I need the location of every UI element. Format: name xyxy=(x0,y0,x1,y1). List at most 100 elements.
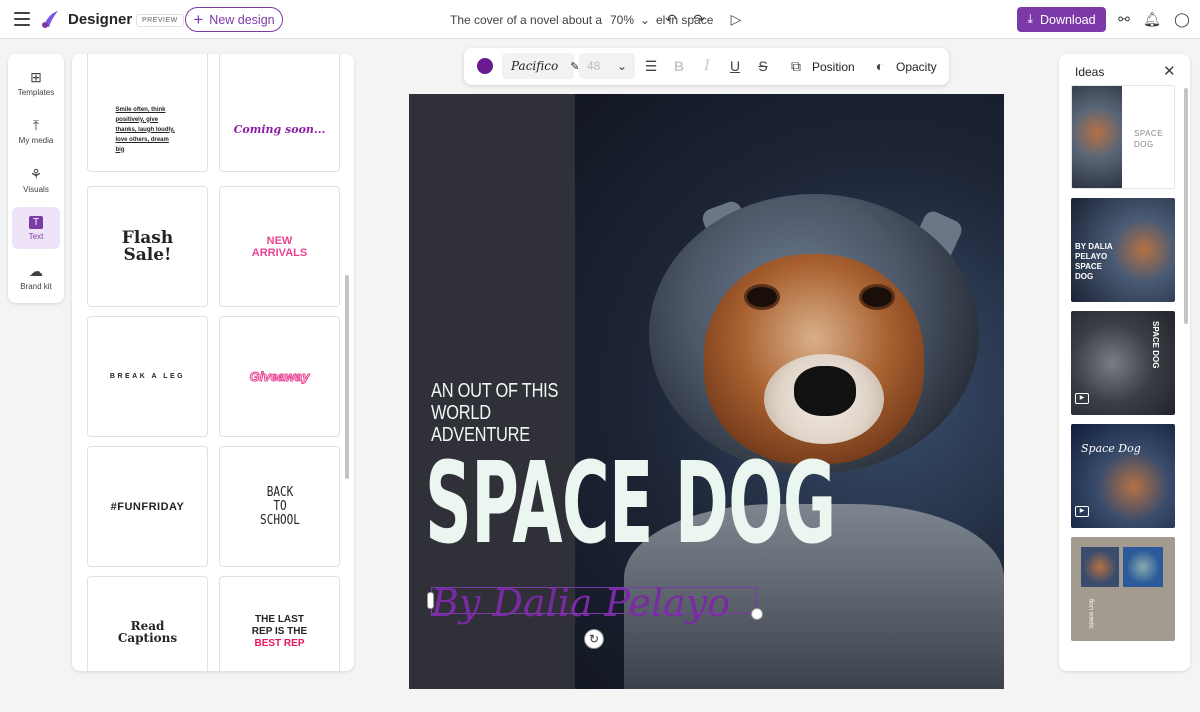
rotate-handle-icon[interactable]: ↻ xyxy=(584,629,604,649)
rail-label: Visuals xyxy=(23,185,49,194)
rail-label: My media xyxy=(18,136,54,145)
text-template-tile[interactable]: BACK TO SCHOOL xyxy=(219,446,340,567)
template-text: BEST REP xyxy=(254,637,305,649)
template-text: BACK TO SCHOOL xyxy=(259,484,300,528)
download-icon: ⤓ xyxy=(1027,12,1033,26)
text-template-tile[interactable]: Giveaway xyxy=(219,316,340,437)
align-left-icon[interactable]: ☰ xyxy=(643,58,659,74)
text-template-tile[interactable]: THE LAST REP IS THE BEST REP xyxy=(219,576,340,671)
account-icon[interactable]: ◯ xyxy=(1173,10,1191,28)
template-text: THE LAST xyxy=(255,613,304,625)
font-size-picker[interactable]: 48 ⌄ xyxy=(579,53,635,79)
video-icon: ▶ xyxy=(1075,393,1089,404)
template-text: Coming soon... xyxy=(233,123,326,136)
left-rail: ⊞ Templates ⤒ My media ⚘ Visuals T Text … xyxy=(8,54,64,303)
cover-subtitle[interactable]: AN OUT OF THIS WORLD ADVENTURE xyxy=(431,380,562,446)
rail-label: Brand kit xyxy=(20,282,52,291)
template-text: Smile often, think positively, give than… xyxy=(115,106,175,153)
text-template-tile[interactable]: Flash Sale! xyxy=(87,186,208,307)
idea-thumbnail[interactable]: SPACE DOG xyxy=(1071,85,1175,189)
rail-item-brand-kit[interactable]: ☁ Brand kit xyxy=(12,256,60,298)
resize-handle-right[interactable] xyxy=(751,608,763,620)
idea-image xyxy=(1081,547,1119,587)
opacity-icon[interactable]: ◐ xyxy=(872,58,888,74)
zoom-value: 70% xyxy=(610,13,635,27)
underline-icon[interactable]: U xyxy=(727,58,743,74)
app-name: Designer xyxy=(68,11,133,28)
rail-label: Templates xyxy=(17,88,55,97)
ideas-panel: Ideas ✕ SPACE DOG BY DALIA PELAYO SPACE … xyxy=(1059,54,1190,671)
rail-item-visuals[interactable]: ⚘ Visuals xyxy=(12,159,60,201)
template-text: Flash Sale! xyxy=(121,227,174,265)
new-design-label: New design xyxy=(209,12,275,27)
bold-icon[interactable]: B xyxy=(671,58,687,74)
visuals-icon: ⚘ xyxy=(29,166,43,182)
text-templates-panel: Smile often, think positively, give than… xyxy=(72,54,354,671)
text-template-tile[interactable]: #FUNFRIDAY xyxy=(87,446,208,567)
cover-title[interactable]: SPACE DOG xyxy=(425,446,836,562)
redo-icon[interactable]: ↷ xyxy=(690,10,708,28)
chevron-down-icon: ⌄ xyxy=(640,13,651,27)
text-icon: T xyxy=(29,215,43,229)
rail-item-templates[interactable]: ⊞ Templates xyxy=(12,62,60,104)
idea-image xyxy=(1123,547,1163,587)
play-icon[interactable]: ▷ xyxy=(727,10,745,28)
strikethrough-icon[interactable]: S xyxy=(755,58,771,74)
idea-text: Space Dog xyxy=(1081,442,1141,455)
position-button[interactable]: Position xyxy=(812,60,855,74)
selection-box[interactable] xyxy=(431,587,757,614)
text-template-tile[interactable]: Read Captions xyxy=(87,576,208,671)
idea-text: Space Dog xyxy=(1089,599,1095,629)
template-text: Read Captions xyxy=(117,618,178,645)
font-family-picker[interactable]: Pacifico ✎ xyxy=(502,53,579,79)
text-template-tile[interactable]: NEW ARRIVALS xyxy=(219,186,340,307)
designer-logo-icon xyxy=(42,11,58,28)
panel-scrollbar[interactable] xyxy=(345,275,349,479)
idea-text: SPACE DOG xyxy=(1134,129,1164,149)
resize-handle-left[interactable] xyxy=(427,592,434,609)
rail-item-my-media[interactable]: ⤒ My media xyxy=(12,110,60,152)
template-text: NEW ARRIVALS xyxy=(251,234,308,259)
dog-nose xyxy=(794,366,856,416)
template-text: BREAK A LEG xyxy=(109,373,186,380)
ideas-title: Ideas xyxy=(1075,65,1105,79)
share-icon[interactable]: ⚯ xyxy=(1115,10,1133,28)
notifications-icon[interactable]: 🔔︎ xyxy=(1143,10,1161,28)
preview-badge: PREVIEW xyxy=(136,14,184,27)
new-design-button[interactable]: + New design xyxy=(185,7,283,32)
dog-eye xyxy=(859,284,895,310)
hamburger-menu-icon[interactable] xyxy=(14,12,30,26)
italic-icon[interactable]: I xyxy=(699,58,715,74)
idea-thumbnail[interactable]: BY DALIA PELAYO SPACE DOG xyxy=(1071,198,1175,302)
rail-label: Text xyxy=(28,231,44,241)
text-template-tile[interactable]: BREAK A LEG xyxy=(87,316,208,437)
download-label: Download xyxy=(1039,12,1096,27)
ideas-scrollbar[interactable] xyxy=(1184,88,1188,324)
plus-icon: + xyxy=(193,10,204,29)
text-template-tile[interactable]: Coming soon... xyxy=(219,54,340,172)
opacity-button[interactable]: Opacity xyxy=(896,60,937,74)
download-button[interactable]: ⤓ Download xyxy=(1017,7,1106,32)
chevron-down-icon: ⌄ xyxy=(616,59,627,73)
idea-text: SPACE DOG xyxy=(1151,321,1160,369)
dog-eye xyxy=(744,284,780,310)
text-color-swatch[interactable] xyxy=(477,58,493,74)
zoom-dropdown[interactable]: 70% ⌄ xyxy=(610,13,650,27)
text-template-tile[interactable]: Smile often, think positively, give than… xyxy=(87,54,208,172)
rail-item-text[interactable]: T Text xyxy=(12,207,60,249)
video-icon: ▶ xyxy=(1075,506,1089,517)
font-size-value: 48 xyxy=(587,59,601,73)
position-icon[interactable]: ⧉ xyxy=(788,58,804,74)
brand-kit-icon: ☁ xyxy=(29,263,43,279)
idea-thumbnail[interactable]: Space Dog xyxy=(1071,537,1175,641)
idea-text: BY DALIA PELAYO SPACE DOG xyxy=(1075,242,1113,281)
close-icon[interactable]: ✕ xyxy=(1163,62,1176,80)
idea-image xyxy=(1072,86,1122,188)
text-format-toolbar: Pacifico ✎ 48 ⌄ ☰ B I U S ⧉ Position ◐ O… xyxy=(464,48,949,85)
idea-thumbnail[interactable]: Space Dog ▶ xyxy=(1071,424,1175,528)
idea-thumbnail[interactable]: SPACE DOG ▶ xyxy=(1071,311,1175,415)
upload-icon: ⤒ xyxy=(32,117,40,133)
design-prompt-text[interactable]: The cover of a novel about a do xyxy=(450,13,605,27)
font-name: Pacifico xyxy=(511,59,559,73)
template-text: #FUNFRIDAY xyxy=(110,500,185,513)
